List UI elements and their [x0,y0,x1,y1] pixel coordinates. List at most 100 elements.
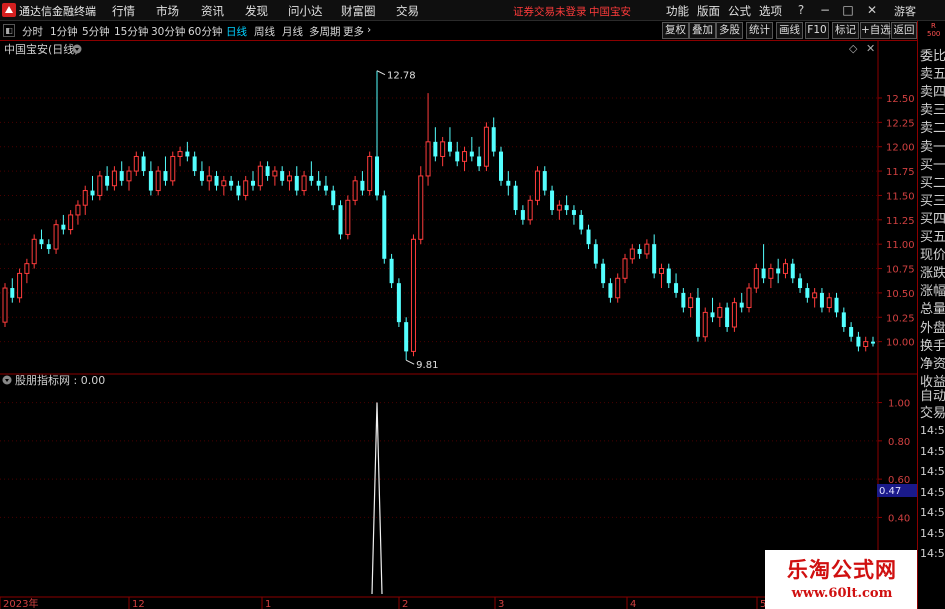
main-ytick-label: 11.00 [886,240,915,251]
f10-button[interactable]: F10 [805,22,829,39]
candle [527,195,533,225]
statistics-button[interactable]: 统计 [746,22,773,39]
menu-layout[interactable]: 版面 [697,3,720,19]
period-more[interactable]: 更多 [343,24,364,39]
chart-area[interactable]: 中国宝安(日线) ◇ ✕ 12.50 12.25 12.00 11.75 11.50 11… [0,41,917,609]
period-5min[interactable]: 5分钟 [82,24,110,39]
candle [382,190,387,264]
candle [352,175,358,206]
minimize-icon[interactable]: − [816,1,834,19]
main-ytick-label: 10.50 [886,289,915,300]
candle [389,253,394,289]
period-60min[interactable]: 60分钟 [188,24,222,39]
tick-time-0: 14:56 [920,424,945,437]
menu-news[interactable]: 资讯 [201,3,224,19]
period-daily[interactable]: 日线 [226,24,247,39]
close-icon[interactable]: ✕ [863,1,881,19]
tick-time-5: 14:56 [920,526,945,540]
quote-label-7: 买二 [920,175,945,191]
candle [410,234,416,357]
menu-function[interactable]: 功能 [666,3,689,19]
tdx-logo-icon [2,3,16,17]
chart-settings-icon[interactable] [72,44,82,54]
maximize-icon[interactable]: □ [839,1,857,19]
user-guest-label[interactable]: 游客 [894,3,916,19]
quote-label-12: 涨跌 [920,266,945,282]
candle [338,200,343,240]
xtick-label: 4 [630,599,636,609]
quote-label-0: 委比 [920,49,945,64]
menu-quotes[interactable]: 行情 [112,3,135,19]
tick-time-4: 14:56 [920,506,945,519]
indicator-title: 股朋指标网 : 0.00 [15,373,105,387]
current-stock-name: 中国宝安 [589,6,631,18]
chart-close-icon[interactable]: ✕ [866,42,875,55]
quote-label-2: 卖四 [920,85,945,101]
main-ytick-label: 10.00 [886,338,915,349]
main-ytick-label: 10.25 [886,313,915,324]
multi-stock-button[interactable]: 多股 [716,22,743,39]
tick-time-3: 14:56 [920,485,945,499]
quote-label-16: 换手 [920,338,945,354]
period-multi[interactable]: 多周期 [309,24,341,39]
quote-label-14: 总量 [920,302,945,318]
candle [257,161,263,191]
candle [17,268,23,303]
tick-time-6: 14:56 [920,547,945,560]
menu-ask[interactable]: 问小达 [288,3,323,19]
main-ytick-label: 12.00 [886,143,915,154]
candle [615,273,621,303]
candle [53,219,59,254]
main-ytick-label: 12.50 [886,94,915,105]
period-intraday[interactable]: 分时 [22,24,43,39]
quote-panel-r: R [931,22,936,30]
quote-label-13: 涨幅 [920,284,945,300]
menu-formula[interactable]: 公式 [728,3,751,19]
quote-label-3: 卖三 [920,103,945,119]
xtick-label: 1 [265,599,271,609]
chevron-right-icon[interactable]: › [367,24,371,36]
period-weekly[interactable]: 周线 [254,24,275,39]
quote-label-trade[interactable]: 交易 [920,402,945,421]
period-monthly[interactable]: 月线 [282,24,303,39]
mark-button[interactable]: 标记 [832,22,859,39]
draw-line-button[interactable]: 画线 [776,22,803,39]
period-15min[interactable]: 15分钟 [114,24,148,39]
period-30min[interactable]: 30分钟 [151,24,185,39]
overlay-button[interactable]: 叠加 [689,22,716,39]
menu-trade[interactable]: 交易 [396,3,419,19]
menu-options[interactable]: 选项 [759,3,782,19]
main-ytick-label: 11.75 [886,167,915,178]
xtick-label: 2023年 [3,597,38,609]
quote-label-11: 现价 [920,248,945,264]
candle [170,151,176,186]
candle [753,263,759,293]
quote-label-15: 外盘 [920,320,945,336]
add-watchlist-button[interactable]: +自选 [860,22,891,39]
menu-discover[interactable]: 发现 [245,3,268,19]
watermark-title: 乐淘公式网 [787,558,897,582]
high-price-label: 12.78 [387,71,416,82]
low-price-label: 9.81 [416,360,438,371]
watermark: 乐淘公式网 www.60lt.com [765,550,917,609]
quote-panel-500: 500 [927,30,941,38]
back-button[interactable]: 返回 [891,22,917,39]
menu-market[interactable]: 市场 [156,3,179,19]
indicator-spike-line [371,402,383,595]
help-icon[interactable]: ? [792,1,810,19]
indicator-ytick-label: 1.00 [888,399,910,410]
period-1min[interactable]: 1分钟 [50,24,78,39]
candle [367,151,373,196]
candle [483,122,489,172]
indicator-settings-icon[interactable] [2,375,12,385]
menu-wealth[interactable]: 财富圈 [341,3,376,19]
chart-options-icon[interactable]: ◇ [849,42,858,55]
trade-login-status[interactable]: 证券交易未登录 [513,4,587,19]
panel-toggle-icon[interactable]: ◧ [3,24,15,37]
candle [702,307,708,342]
quote-label-4: 卖二 [920,121,945,137]
main-ytick-label: 11.50 [886,191,915,202]
adjust-button[interactable]: 复权 [662,22,689,39]
tick-time-2: 14:56 [920,465,945,478]
main-ytick-label: 11.25 [886,216,915,227]
